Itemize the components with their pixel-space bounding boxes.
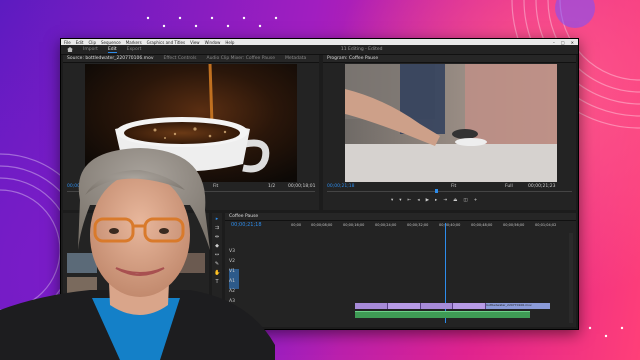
video-clips: bottledwater_220770106.mov xyxy=(355,303,550,309)
ruler-label: 00;00;24;00 xyxy=(375,223,397,227)
close-button[interactable]: ✕ xyxy=(571,40,574,45)
ruler-label: 00;00;56;00 xyxy=(503,223,525,227)
play-icon[interactable]: ▶ xyxy=(426,198,429,203)
menu-help[interactable]: Help xyxy=(225,40,234,45)
program-playhead[interactable] xyxy=(435,189,438,193)
tab-metadata[interactable]: Metadata xyxy=(285,56,306,61)
program-monitor: Program: Coffee Pause 00;00;21;18 Fit Fu… xyxy=(323,55,576,210)
ruler-label: 00;00;32;00 xyxy=(407,223,429,227)
presenter-photo xyxy=(0,140,275,360)
ruler-label: 00;01;04;02 xyxy=(535,223,557,227)
go-to-in-icon[interactable]: ⇤ xyxy=(408,198,412,203)
lift-icon[interactable]: ⏏ xyxy=(453,198,457,203)
timeline-panel: Coffee Pause 00;00;21;18 00;00 00;00;08;… xyxy=(225,213,576,327)
cafe-hands-image xyxy=(345,64,557,182)
tab-effect-controls[interactable]: Effect Controls xyxy=(163,56,196,61)
mark-out-icon[interactable]: ▾ xyxy=(399,198,401,203)
program-transport: ▾ ▾ ⇤ ◂ ▶ ▸ ⇥ ⏏ ◫ + xyxy=(391,198,477,203)
mark-in-icon[interactable]: ▾ xyxy=(391,198,393,203)
video-clip[interactable] xyxy=(355,303,388,309)
menu-sequence[interactable]: Sequence xyxy=(101,40,121,45)
video-clip[interactable]: bottledwater_220770106.mov xyxy=(486,303,550,309)
program-scrubber[interactable] xyxy=(327,191,572,192)
workspace-header: Import Edit Export 11 Editing - Edited xyxy=(61,45,578,55)
program-resolution-select[interactable]: Full xyxy=(505,184,513,189)
tab-program[interactable]: Program: Coffee Pause xyxy=(327,56,378,61)
audio-clips xyxy=(355,311,530,318)
ruler-label: 00;00;48;00 xyxy=(471,223,493,227)
timeline-scrollbar[interactable] xyxy=(569,233,573,323)
tab-edit[interactable]: Edit xyxy=(107,47,117,53)
menu-graphics[interactable]: Graphics and Titles xyxy=(147,40,185,45)
program-video-frame xyxy=(345,64,557,182)
tab-source[interactable]: Source: bottledwater_220770106.mov xyxy=(67,56,153,61)
menu-clip[interactable]: Clip xyxy=(88,40,96,45)
ruler-label: 00;00;40;00 xyxy=(439,223,461,227)
timeline-ruler[interactable]: 00;00 00;00;08;00 00;00;16;00 00;00;24;0… xyxy=(291,223,561,231)
presenter-image xyxy=(0,148,275,360)
tab-export[interactable]: Export xyxy=(127,47,142,52)
menu-markers[interactable]: Markers xyxy=(126,40,142,45)
video-clip[interactable] xyxy=(387,303,421,309)
menu-window[interactable]: Window xyxy=(205,40,221,45)
step-back-icon[interactable]: ◂ xyxy=(417,198,419,203)
source-duration: 00;00;18;01 xyxy=(288,184,316,189)
menu-file[interactable]: File xyxy=(64,40,71,45)
program-timecode[interactable]: 00;00;21;18 xyxy=(327,184,354,189)
step-forward-icon[interactable]: ▸ xyxy=(435,198,437,203)
program-fit-select[interactable]: Fit xyxy=(451,184,456,189)
video-clip[interactable] xyxy=(453,303,487,309)
maximize-button[interactable]: □ xyxy=(561,40,565,45)
video-clip[interactable] xyxy=(420,303,454,309)
tab-audio-mixer[interactable]: Audio Clip Mixer: Coffee Pause xyxy=(206,56,275,61)
tab-import[interactable]: Import xyxy=(83,47,98,52)
home-icon[interactable] xyxy=(67,47,73,52)
go-to-out-icon[interactable]: ⇥ xyxy=(443,198,447,203)
ruler-label: 00;00;16;00 xyxy=(343,223,365,227)
minimize-button[interactable]: – xyxy=(553,40,555,45)
program-duration: 00;00;21;23 xyxy=(528,184,556,189)
add-button-icon[interactable]: + xyxy=(474,198,478,203)
menu-edit[interactable]: Edit xyxy=(76,40,84,45)
ruler-label: 00;00 xyxy=(291,223,302,227)
export-frame-icon[interactable]: ◫ xyxy=(463,198,467,203)
ruler-label: 00;00;08;00 xyxy=(311,223,333,227)
menu-view[interactable]: View xyxy=(190,40,200,45)
project-title: 11 Editing - Edited xyxy=(340,47,383,52)
